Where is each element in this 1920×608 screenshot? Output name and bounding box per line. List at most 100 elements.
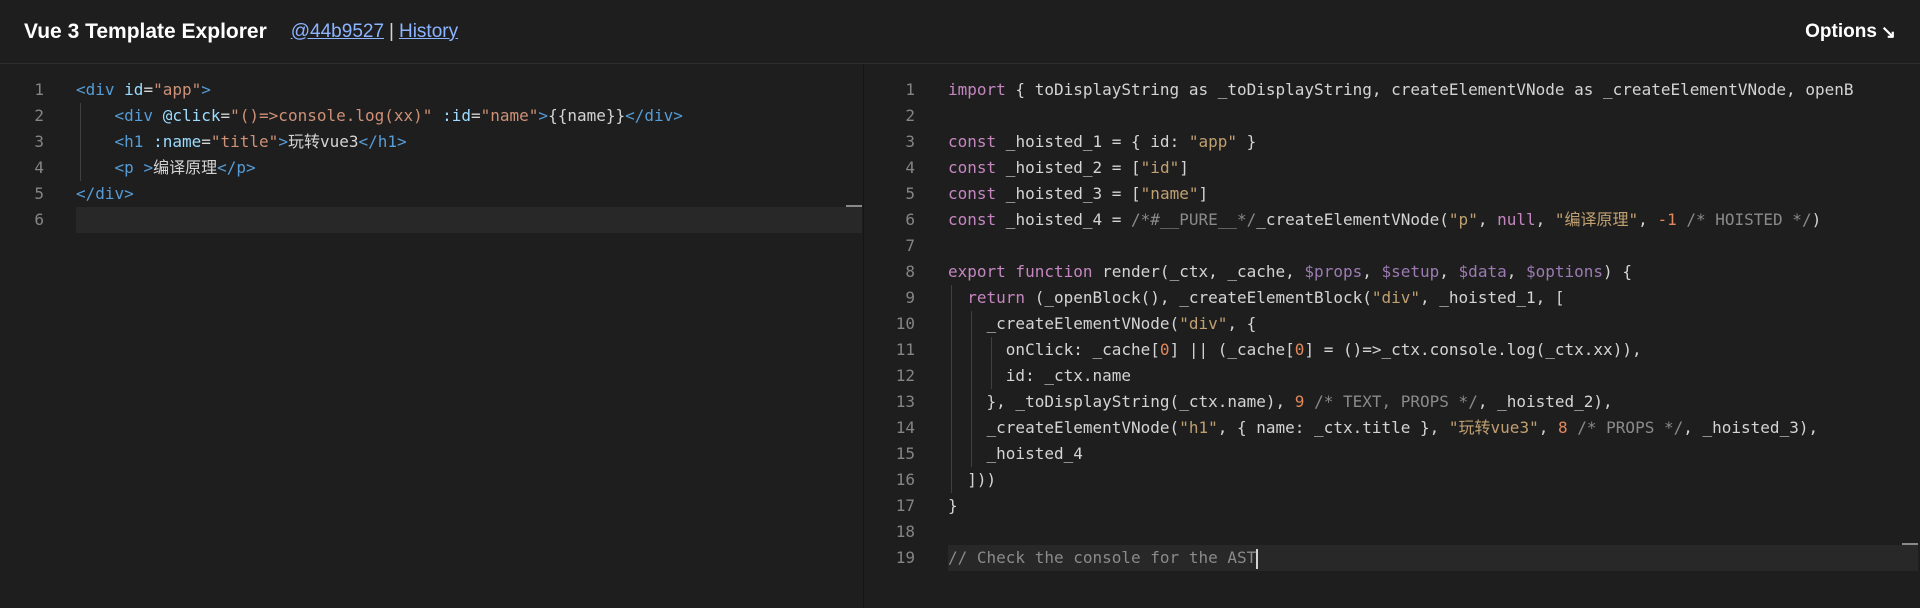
- code-token: }: [948, 496, 958, 515]
- line-number: 3: [905, 132, 915, 151]
- template-editor[interactable]: 1 <div id="app"> 2 <div @click="()=>consol…: [0, 64, 864, 608]
- code-line[interactable]: 3 <h1 :name="title">玩转vue3</h1>: [0, 129, 863, 155]
- code-token: @click: [162, 106, 221, 125]
- code-line[interactable]: 12 id: _ctx.name: [865, 363, 1920, 389]
- line-number: 16: [895, 470, 915, 489]
- code-token: 8: [1557, 418, 1568, 437]
- code-token: _createElementVNode(: [1256, 210, 1449, 229]
- code-token: { toDisplayString as _toDisplayString, c…: [1005, 80, 1854, 99]
- code-token: "name": [1140, 184, 1199, 203]
- code-line[interactable]: 4 const _hoisted_2 = ["id"]: [865, 155, 1920, 181]
- code-line[interactable]: 16 ])): [865, 467, 1920, 493]
- code-token: -1: [1657, 210, 1677, 229]
- code-line[interactable]: 6: [0, 207, 863, 233]
- code-token: }, _toDisplayString(_ctx.name),: [948, 392, 1295, 411]
- code-token: , { name: _ctx.title },: [1217, 418, 1449, 437]
- code-line[interactable]: 4 <p >编译原理</p>: [0, 155, 863, 181]
- code-line[interactable]: 5 const _hoisted_3 = ["name"]: [865, 181, 1920, 207]
- link-separator: |: [389, 20, 394, 42]
- code-token: ,: [1535, 210, 1555, 229]
- code-token: /* TEXT, PROPS */: [1314, 392, 1478, 411]
- options-button[interactable]: Options ↘: [1805, 0, 1896, 64]
- code-token: "app": [1188, 132, 1237, 151]
- code-token: "app": [153, 80, 202, 99]
- code-line[interactable]: 17}: [865, 493, 1920, 519]
- line-code: const _hoisted_4 = /*#__PURE__*/_createE…: [948, 207, 1821, 233]
- code-token: _hoisted_4 =: [996, 210, 1132, 229]
- line-number: 6: [905, 210, 915, 229]
- line-number: 11: [895, 340, 915, 359]
- line-code: const _hoisted_1 = { id: "app" }: [948, 129, 1256, 155]
- code-line[interactable]: 1 import { toDisplayString as _toDisplayS…: [865, 77, 1920, 103]
- line-number: 4: [905, 158, 915, 177]
- code-token: return: [967, 288, 1026, 307]
- code-line[interactable]: 5 </div>: [0, 181, 863, 207]
- code-token: </h1>: [358, 132, 407, 151]
- code-line[interactable]: 2: [865, 103, 1920, 129]
- code-line[interactable]: 6 const _hoisted_4 = /*#__PURE__*/_create…: [865, 207, 1920, 233]
- code-token: _hoisted_4: [948, 444, 1083, 463]
- code-line[interactable]: 13 }, _toDisplayString(_ctx.name), 9 /* …: [865, 389, 1920, 415]
- code-line[interactable]: 10 _createElementVNode("div", {: [865, 311, 1920, 337]
- code-line[interactable]: 19 // Check the console for the AST: [865, 545, 1920, 571]
- code-token: const: [948, 210, 997, 229]
- code-line[interactable]: 15 _hoisted_4: [865, 441, 1920, 467]
- line-code: <p >编译原理</p>: [76, 155, 256, 181]
- code-line[interactable]: 2 <div @click="()=>console.log(xx)" :id=…: [0, 103, 863, 129]
- code-token: ,: [1538, 418, 1558, 437]
- code-token: id: [124, 80, 144, 99]
- code-token: _hoisted_2 = [: [996, 158, 1141, 177]
- code-token: const: [948, 132, 997, 151]
- code-token: $props: [1304, 262, 1363, 281]
- code-line[interactable]: 8 export function render(_ctx, _cache, $p…: [865, 259, 1920, 285]
- code-token: <p: [114, 158, 144, 177]
- header-links: @44b9527 | History: [291, 21, 458, 43]
- code-line[interactable]: 18: [865, 519, 1920, 545]
- code-token: "name": [480, 106, 539, 125]
- line-code: </div>: [76, 181, 134, 207]
- code-token: >: [538, 106, 549, 125]
- code-token: _hoisted_1 = { id:: [996, 132, 1189, 151]
- code-token: ]: [1179, 158, 1189, 177]
- code-token: ,: [1439, 262, 1459, 281]
- history-link[interactable]: History: [399, 21, 458, 42]
- code-token: =: [143, 80, 154, 99]
- code-token: >: [201, 80, 211, 99]
- line-number: 14: [895, 418, 915, 437]
- code-line[interactable]: 9 return (_openBlock(), _createElementBl…: [865, 285, 1920, 311]
- code-token: "编译原理": [1554, 210, 1639, 229]
- line-code: <div @click="()=>console.log(xx)" :id="n…: [76, 103, 683, 129]
- code-token: (_openBlock(), _createElementBlock(: [1025, 288, 1372, 307]
- code-token: // Check the console for the AST: [948, 548, 1257, 567]
- code-token: </div>: [625, 106, 683, 125]
- overview-ruler-marker: [1902, 543, 1918, 545]
- code-token: "p": [1448, 210, 1478, 229]
- output-editor[interactable]: 1 import { toDisplayString as _toDisplayS…: [865, 64, 1920, 608]
- line-code: _hoisted_4: [948, 441, 1083, 467]
- code-token: =: [220, 106, 231, 125]
- line-code: return (_openBlock(), _createElementBloc…: [948, 285, 1564, 311]
- code-line[interactable]: 14 _createElementVNode("h1", { name: _ct…: [865, 415, 1920, 441]
- line-number: 2: [905, 106, 915, 125]
- code-line[interactable]: 1 <div id="app">: [0, 77, 863, 103]
- code-token: </p>: [217, 158, 256, 177]
- code-line[interactable]: 3 const _hoisted_1 = { id: "app" }: [865, 129, 1920, 155]
- code-token: "h1": [1179, 418, 1218, 437]
- line-code: onClick: _cache[0] || (_cache[0] = ()=>_…: [948, 337, 1642, 363]
- commit-link[interactable]: @44b9527: [291, 21, 384, 42]
- line-code: _createElementVNode("div", {: [948, 311, 1257, 337]
- code-line[interactable]: 11 onClick: _cache[0] || (_cache[0] = ()…: [865, 337, 1920, 363]
- line-number: 7: [905, 236, 915, 255]
- code-token: ])): [948, 470, 997, 489]
- code-token: 编译原理: [153, 158, 218, 177]
- code-token: render(_ctx, _cache,: [1092, 262, 1305, 281]
- code-line[interactable]: 7: [865, 233, 1920, 259]
- line-code: const _hoisted_2 = ["id"]: [948, 155, 1189, 181]
- line-code: _createElementVNode("h1", { name: _ctx.t…: [948, 415, 1819, 441]
